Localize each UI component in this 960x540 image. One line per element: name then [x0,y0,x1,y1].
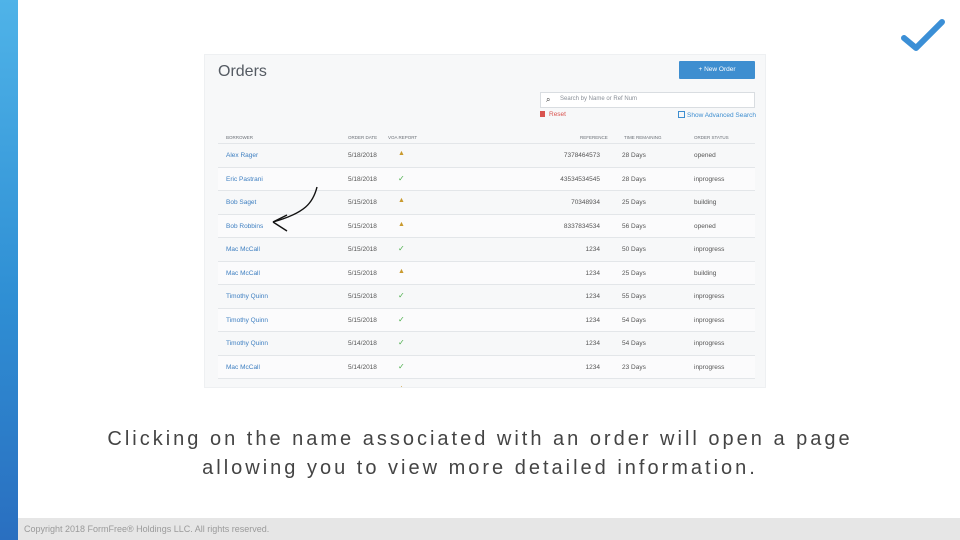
checkbox-icon [678,111,685,118]
borrower-link[interactable]: Mac McCall [226,270,260,277]
borrower-link[interactable]: Alex Rager [226,152,258,159]
order-status: inprogress [694,387,724,388]
reference-number: 43534534545 [560,175,600,183]
time-remaining: 25 Days [622,199,646,206]
time-remaining: 28 Days [622,152,646,159]
reference-number: 7378464573 [563,152,600,159]
check-icon: ✓ [398,314,405,324]
warning-icon: ▲ [398,220,405,228]
new-order-button[interactable]: + New Order [679,61,755,79]
order-date: 5/15/2018 [348,222,377,230]
order-date: 5/14/2018 [348,363,377,371]
table-row: Mac McCall 5/15/2018 1234 25 Days building ▲ [218,260,755,284]
warning-icon: ▲ [398,150,405,157]
order-status: opened [694,222,716,230]
orders-table: Alex Rager 5/18/2018 7378464573 28 Days open… [218,143,755,388]
reference-number: 8337834534 [563,222,600,230]
page-title: Orders [218,63,267,80]
time-remaining: 50 Days [622,246,646,253]
borrower-link[interactable]: Mac McCall [226,364,260,371]
search-placeholder: Search by Name or Ref Num [560,96,638,102]
col-borrower[interactable]: Borrower [226,135,253,140]
order-status: inprogress [694,175,725,183]
borrower-link[interactable]: Timothy Quinn [226,317,268,324]
reference-number: 1234 [585,293,600,300]
col-voa-report[interactable]: VOA Report [388,135,417,140]
table-header: Borrower Order Date VOA Report Reference… [218,131,755,143]
trash-icon [540,111,545,117]
table-row: Timothy Quinn 5/14/2018 1234 54 Days inprogr… [218,331,755,355]
time-remaining: 23 Days [622,363,646,371]
check-icon: ✓ [398,291,405,300]
time-remaining: 55 Days [622,293,646,300]
annotation-arrow [272,186,318,232]
borrower-link[interactable]: Eric Pastrani [226,176,263,183]
orders-screenshot: Orders + New Order ⌕ Search by Name or R… [204,54,766,388]
time-remaining: 28 Days [622,175,646,183]
col-time-remaining[interactable]: Time Remaining [624,135,662,140]
reference-number: 1234 [585,269,600,277]
table-row: Doug Brewer 5/10/2018 eb38929bacba4668cfcb… [218,378,755,388]
order-status: inprogress [694,340,725,347]
borrower-link[interactable]: Doug Brewer [226,387,264,388]
order-status: inprogress [694,246,725,253]
reference-number: 1234 [585,316,600,324]
borrower-link[interactable]: Mac McCall [226,246,260,253]
caption-line-2: allowing you to view more detailed infor… [202,457,758,479]
time-remaining: 54 Days [622,316,646,324]
order-date: 5/15/2018 [348,293,377,300]
slide-caption: Clicking on the name associated with an … [60,425,900,483]
col-order-status[interactable]: Order Status [694,135,729,140]
warning-icon: ▲ [398,385,405,387]
table-row: Timothy Quinn 5/15/2018 1234 55 Days inprogr… [218,284,755,308]
order-status: inprogress [694,316,725,324]
time-remaining: 25 Days [622,269,646,277]
warning-icon: ▲ [398,197,405,204]
slide-accent-bar [0,0,18,540]
caption-line-1: Clicking on the name associated with an … [107,428,853,450]
order-date: 5/18/2018 [348,175,377,183]
time-remaining: 56 Days [622,222,646,230]
time-remaining: 54 Days [622,340,646,347]
check-icon: ✓ [398,173,405,183]
borrower-link[interactable]: Bob Saget [226,199,256,206]
search-icon: ⌕ [546,95,551,104]
copyright-footer: Copyright 2018 FormFree® Holdings LLC. A… [18,518,960,540]
col-order-date[interactable]: Order Date [348,135,377,140]
table-row: Timothy Quinn 5/15/2018 1234 54 Days inprogr… [218,307,755,331]
order-date: 5/15/2018 [348,316,377,324]
order-status: opened [694,152,716,159]
advanced-search-toggle[interactable]: Show Advanced Search [678,111,756,119]
reference-number: 1234 [585,363,600,371]
brand-check-icon [901,19,945,51]
order-date: 5/15/2018 [348,269,377,277]
order-status: inprogress [694,363,725,371]
reset-button[interactable]: Reset [540,111,566,118]
borrower-link[interactable]: Timothy Quinn [226,293,268,300]
borrower-link[interactable]: Timothy Quinn [226,340,268,347]
reference-number: eb38929bacba4668cfcb7dd8afd3 [503,387,600,388]
borrower-link[interactable]: Bob Robbins [226,223,263,230]
reference-number: 1234 [585,340,600,347]
order-status: building [694,199,717,206]
table-row: Mac McCall 5/14/2018 1234 23 Days inprogress… [218,354,755,378]
col-reference[interactable]: Reference [580,135,608,140]
check-icon: ✓ [398,361,405,371]
warning-icon: ▲ [398,267,405,275]
search-input[interactable]: ⌕ Search by Name or Ref Num [540,92,755,108]
order-date: 5/15/2018 [348,199,377,206]
order-date: 5/14/2018 [348,340,377,347]
order-status: inprogress [694,293,725,300]
time-remaining: 0 Days [622,387,642,388]
order-date: 5/10/2018 [348,387,377,388]
check-icon: ✓ [398,244,405,253]
order-status: building [694,269,717,277]
order-date: 5/18/2018 [348,152,377,159]
reference-number: 70348934 [571,199,600,206]
order-date: 5/15/2018 [348,246,377,253]
reference-number: 1234 [585,246,600,253]
check-icon: ✓ [398,338,405,347]
table-row: Alex Rager 5/18/2018 7378464573 28 Days open… [218,143,755,167]
